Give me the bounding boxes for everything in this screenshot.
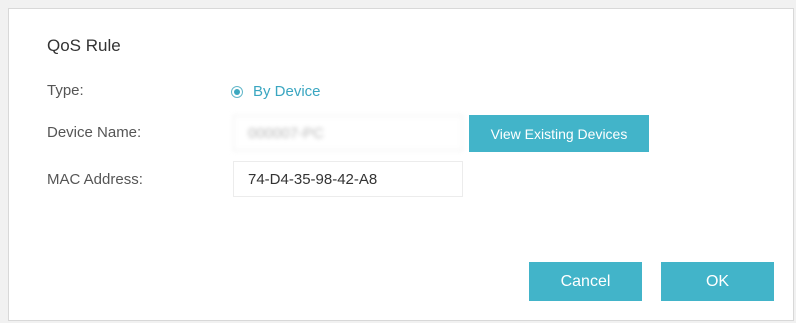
device-name-label: Device Name: (47, 124, 142, 141)
mac-address-input[interactable] (233, 161, 463, 197)
type-label: Type: (47, 82, 84, 99)
cancel-button[interactable]: Cancel (529, 262, 642, 301)
ok-button[interactable]: OK (661, 262, 774, 301)
by-device-label: By Device (253, 83, 321, 100)
view-existing-devices-button[interactable]: View Existing Devices (469, 115, 649, 152)
panel-title: QoS Rule (47, 36, 121, 55)
radio-selected-icon[interactable] (231, 85, 243, 98)
by-device-radio[interactable]: By Device (231, 83, 321, 100)
qos-rule-panel: QoS Rule Type: By Device Device Name: Vi… (8, 8, 794, 321)
mac-address-label: MAC Address: (47, 171, 143, 188)
device-name-input[interactable] (233, 115, 463, 151)
